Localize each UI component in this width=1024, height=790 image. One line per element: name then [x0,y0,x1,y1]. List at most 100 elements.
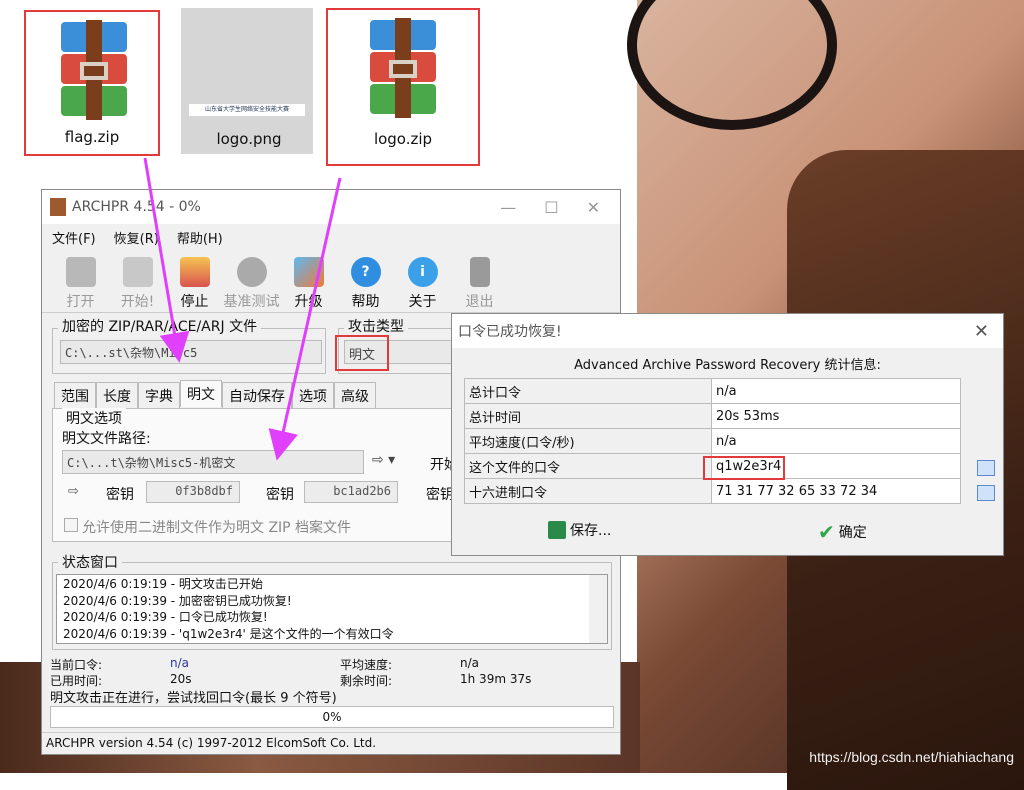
copy-hex-icon[interactable] [977,485,995,501]
close-icon[interactable]: ✕ [974,321,1003,342]
password-highlight [703,456,785,480]
stat-value: n/a [711,378,961,404]
winrar-icon [61,20,127,120]
benchmark-button[interactable]: 基准测试 [223,255,280,310]
browse-icon[interactable]: ⇨ ▾ [372,452,395,468]
close-icon[interactable]: ✕ [587,198,600,217]
progress-bar: 0% [50,706,614,728]
key-arrow-icon: ⇨ [68,484,79,499]
password-recovered-dialog: 口令已成功恢复! ✕ Advanced Archive Password Rec… [451,313,1004,556]
exit-icon [469,257,490,287]
menu-help[interactable]: 帮助(H) [177,228,223,247]
table-row: 平均速度(口令/秒) n/a [464,428,961,454]
plaintext-path-input[interactable]: C:\...t\杂物\Misc5-机密文 [62,450,364,474]
help-icon: ? [350,257,381,287]
elapsed-value: 20s [170,672,192,686]
stop-button[interactable]: 停止 [166,255,223,310]
archpr-app-icon [50,198,66,216]
plaintext-options-label: 明文选项 [62,408,126,428]
menu-recover[interactable]: 恢复(R) [114,228,159,247]
file-label: flag.zip [64,128,120,146]
ok-label: 确定 [838,525,867,541]
toolbar-label: 升级 [294,294,323,310]
toolbar: 打开 开始! 停止 基准测试 升级 ? 帮助 i 关于 退出 [42,251,620,313]
allow-binary-label: 允许使用二进制文件作为明文 ZIP 档案文件 [82,520,352,536]
progress-text: 明文攻击正在进行，尝试找回口令(最长 9 个符号) [50,691,337,706]
tab-options[interactable]: 选项 [292,382,334,409]
tab-strip: 范围 长度 字典 明文 自动保存 选项 高级 [54,380,376,409]
log-line: 2020/4/6 0:19:39 - 'q1w2e3r4' 是这个文件的一个有效… [63,626,394,641]
benchmark-icon [236,257,267,287]
allow-binary-checkbox[interactable] [64,518,78,532]
start-button[interactable]: 开始! [109,255,166,310]
attack-type-highlight [335,335,389,371]
file-logo-png[interactable]: 山东省大学生网络安全技能大赛 logo.png [181,8,317,154]
tab-range[interactable]: 范围 [54,382,96,409]
window-title: ARCHPR 4.54 - 0% [72,199,201,215]
maximize-icon[interactable]: ☐ [544,198,558,217]
stat-key: 这个文件的口令 [464,453,712,479]
stat-key: 平均速度(口令/秒) [464,428,712,454]
tab-dictionary[interactable]: 字典 [138,382,180,409]
watermark: https://blog.csdn.net/hiahiachang [809,749,1014,765]
glasses-shape [627,0,837,130]
save-icon [548,521,566,539]
save-label: 保存... [570,523,612,539]
tab-length[interactable]: 长度 [96,382,138,409]
ok-button[interactable]: ✔ 确定 [818,520,867,544]
start-icon [122,257,153,287]
about-button[interactable]: i 关于 [394,255,451,310]
toolbar-label: 帮助 [351,294,380,310]
checkmark-icon: ✔ [818,520,835,544]
toolbar-label: 停止 [180,294,209,310]
open-button[interactable]: 打开 [52,255,109,310]
key1-field[interactable]: 0f3b8dbf [146,481,240,503]
dialog-titlebar: 口令已成功恢复! ✕ [452,314,1003,348]
log-list: 2020/4/6 0:19:19 - 明文攻击已开始 2020/4/6 0:19… [56,574,608,644]
hex-password-value[interactable]: 71 31 77 32 65 33 72 34 [711,478,961,504]
log-line: 2020/4/6 0:19:39 - 加密密钥已成功恢复! [63,593,292,608]
log-line: 2020/4/6 0:19:19 - 明文攻击已开始 [63,577,263,591]
stop-icon [179,257,210,287]
remaining-value: 1h 39m 37s [460,672,532,686]
stat-key: 总计时间 [464,403,712,429]
status-window-label: 状态窗口 [58,552,122,572]
key2-field[interactable]: bc1ad2b6 [304,481,398,503]
stat-key: 总计口令 [464,378,712,404]
table-row: 总计口令 n/a [464,378,961,404]
stat-key: 十六进制口令 [464,478,712,504]
upgrade-icon [293,257,324,287]
logo-strip: 山东省大学生网络安全技能大赛 [189,104,305,116]
save-button[interactable]: 保存... [548,520,611,540]
log-line: 2020/4/6 0:19:39 - 口令已成功恢复! [63,610,268,624]
dialog-title: 口令已成功恢复! [458,324,562,340]
tab-plaintext[interactable]: 明文 [180,380,222,407]
current-password-label: 当前口令: [50,658,103,672]
remaining-label: 剩余时间: [340,674,393,688]
upgrade-button[interactable]: 升级 [280,255,337,310]
help-button[interactable]: ? 帮助 [337,255,394,310]
minimize-icon[interactable]: — [500,198,516,217]
toolbar-label: 打开 [66,294,95,310]
file-logo-zip[interactable]: logo.zip [326,8,480,166]
key-label: 密钥 [426,487,454,503]
exit-button[interactable]: 退出 [451,255,508,310]
key-label: 密钥 [106,487,134,503]
file-label: logo.zip [373,130,433,148]
file-flag-zip[interactable]: flag.zip [24,10,160,156]
menu-file[interactable]: 文件(F) [52,228,96,247]
log-scrollbar[interactable] [589,575,607,643]
toolbar-label: 退出 [465,294,494,310]
tab-advanced[interactable]: 高级 [334,382,376,409]
status-bar: ARCHPR version 4.54 (c) 1997-2012 ElcomS… [42,732,620,754]
copy-password-icon[interactable] [977,460,995,476]
tab-autosave[interactable]: 自动保存 [222,382,292,409]
attack-type-label: 攻击类型 [344,316,408,336]
winrar-icon [370,18,436,118]
stat-value: 20s 53ms [711,403,961,429]
encrypted-file-input[interactable]: C:\...st\杂物\Misc5 [60,340,322,364]
key-label: 密钥 [266,487,294,503]
current-password-value: n/a [170,656,190,670]
window-titlebar: ARCHPR 4.54 - 0% — ☐ ✕ [42,190,620,224]
table-row: 十六进制口令 71 31 77 32 65 33 72 34 [464,478,961,504]
